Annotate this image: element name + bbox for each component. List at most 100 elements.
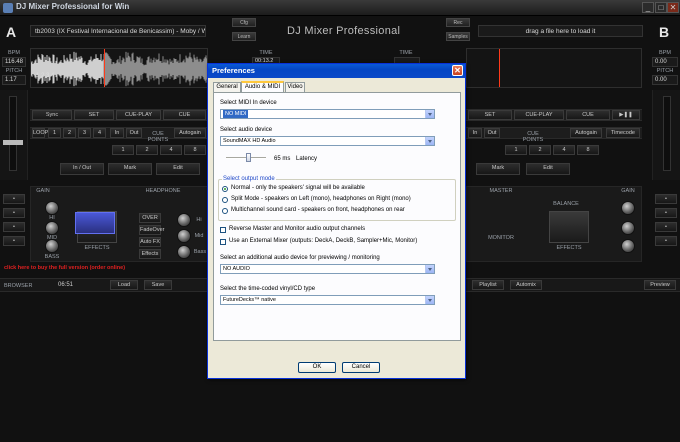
deck-a-waveform[interactable] bbox=[30, 48, 208, 88]
center-mid-knob[interactable] bbox=[177, 229, 191, 243]
deck-b-bpm-value: 0.00 bbox=[652, 57, 678, 67]
deck-a-loop-1[interactable]: 1 bbox=[112, 145, 134, 155]
deck-b-rec-button[interactable]: Rec bbox=[446, 18, 470, 27]
timecode-type-select[interactable]: FutureDecks™ native bbox=[220, 295, 435, 305]
deck-a-sync-button[interactable]: Sync bbox=[32, 110, 72, 120]
deck-b-edit-button[interactable]: Edit bbox=[526, 163, 570, 175]
deck-a-pitch-handle[interactable] bbox=[3, 140, 23, 145]
deck-b-side-btn-2[interactable]: • bbox=[655, 208, 677, 218]
deck-a-fx-slot[interactable] bbox=[75, 212, 115, 234]
deck-b-samples-button[interactable]: Samples bbox=[446, 32, 470, 41]
fade-over-button[interactable]: FadeOver bbox=[139, 225, 164, 235]
deck-a-autogain-button[interactable]: Autogain bbox=[174, 128, 206, 138]
deck-a-learn-button[interactable]: Learn bbox=[232, 32, 256, 41]
deck-a-loop-8[interactable]: 8 bbox=[184, 145, 206, 155]
deck-b-in-button[interactable]: In bbox=[468, 128, 482, 138]
deck-b-side-btn-3[interactable]: • bbox=[655, 222, 677, 232]
center-hi-knob[interactable] bbox=[177, 213, 191, 227]
close-button[interactable]: ✕ bbox=[667, 2, 679, 13]
latency-slider-thumb[interactable] bbox=[246, 153, 251, 162]
deck-a-side-btn-3[interactable]: • bbox=[3, 222, 25, 232]
deck-b-balance-label: BALANCE bbox=[553, 201, 579, 207]
deck-b-hi-knob[interactable] bbox=[621, 201, 635, 215]
deck-a-cue-3[interactable]: 3 bbox=[78, 128, 91, 138]
effects-button[interactable]: Effects bbox=[139, 249, 161, 259]
deck-b-timecode-button[interactable]: Timecode bbox=[606, 128, 640, 138]
deck-a-bass-knob[interactable] bbox=[45, 239, 59, 253]
deck-a-mid-knob[interactable] bbox=[45, 221, 59, 235]
load-button[interactable]: Load bbox=[110, 280, 138, 290]
deck-a-cue-4[interactable]: 4 bbox=[93, 128, 106, 138]
deck-a-bass-label: BASS bbox=[44, 254, 60, 260]
tab-general[interactable]: General bbox=[213, 82, 241, 92]
deck-a-loop-2[interactable]: 2 bbox=[136, 145, 158, 155]
deck-b-mid-knob[interactable] bbox=[621, 221, 635, 235]
deck-b-effects-pad[interactable] bbox=[549, 211, 589, 243]
ok-button[interactable]: OK bbox=[298, 362, 336, 373]
tab-video[interactable]: Video bbox=[285, 82, 305, 92]
deck-b-play-pause-button[interactable]: ▶❚❚ bbox=[612, 110, 640, 120]
deck-a-mark-button[interactable]: Mark bbox=[108, 163, 152, 175]
deck-b-cue-play-button[interactable]: CUE-PLAY bbox=[514, 110, 564, 120]
deck-a-side-btn-4[interactable]: • bbox=[3, 236, 25, 246]
deck-a-set-button[interactable]: SET bbox=[74, 110, 114, 120]
deck-b-set-button[interactable]: SET bbox=[468, 110, 512, 120]
midi-device-select[interactable]: NO MIDI bbox=[220, 109, 435, 119]
deck-a-cue-1[interactable]: 1 bbox=[48, 128, 61, 138]
deck-b-edit-row: Mark Edit bbox=[466, 163, 642, 177]
center-bass-knob[interactable] bbox=[177, 245, 191, 259]
deck-a-in-out-button[interactable]: In / Out bbox=[60, 163, 104, 175]
dialog-close-button[interactable]: ✕ bbox=[452, 65, 463, 76]
deck-b-waveform[interactable] bbox=[466, 48, 642, 88]
deck-b-side-btn-4[interactable]: • bbox=[655, 236, 677, 246]
minimize-button[interactable]: _ bbox=[642, 2, 654, 13]
over-button[interactable]: OVER bbox=[139, 213, 161, 223]
deck-b-side-btn-1[interactable]: • bbox=[655, 194, 677, 204]
deck-a-edit-button[interactable]: Edit bbox=[156, 163, 200, 175]
deck-a-loop-button[interactable]: LOOP bbox=[32, 128, 48, 138]
cancel-button[interactable]: Cancel bbox=[342, 362, 380, 373]
auto-fx-button[interactable]: Auto FX bbox=[139, 237, 161, 247]
deck-a-cue-2[interactable]: 2 bbox=[63, 128, 76, 138]
deck-a-waveform-graphic bbox=[31, 51, 207, 87]
deck-b-bass-knob[interactable] bbox=[621, 239, 635, 253]
deck-a-cfg-button[interactable]: Cfg bbox=[232, 18, 256, 27]
deck-a-side-btn-1[interactable]: • bbox=[3, 194, 25, 204]
deck-b-mark-button[interactable]: Mark bbox=[476, 163, 520, 175]
deck-a-edit-row: In / Out Mark Edit bbox=[30, 163, 208, 177]
deck-b-pitch-slider[interactable] bbox=[663, 96, 671, 171]
external-mixer-checkbox[interactable] bbox=[220, 239, 226, 245]
deck-b-loop-2[interactable]: 2 bbox=[529, 145, 551, 155]
automix-button[interactable]: Automix bbox=[510, 280, 542, 290]
deck-a-hi-knob[interactable] bbox=[45, 201, 59, 215]
deck-b-loop-4[interactable]: 4 bbox=[553, 145, 575, 155]
deck-b-out-button[interactable]: Out bbox=[484, 128, 500, 138]
preview-device-select[interactable]: NO AUDIO bbox=[220, 264, 435, 274]
output-mode-normal-radio[interactable] bbox=[222, 186, 228, 192]
deck-a-gain-label: GAIN bbox=[36, 188, 50, 194]
save-button[interactable]: Save bbox=[144, 280, 172, 290]
buy-full-version-link[interactable]: click here to buy the full version (orde… bbox=[4, 265, 125, 271]
maximize-button[interactable]: □ bbox=[655, 2, 667, 13]
deck-b-master-label: MASTER bbox=[489, 188, 513, 194]
playlist-button[interactable]: Playlist bbox=[472, 280, 504, 290]
deck-a-pitch-slider[interactable] bbox=[9, 96, 17, 171]
deck-b-cue-button[interactable]: CUE bbox=[566, 110, 610, 120]
deck-a-loop-4[interactable]: 4 bbox=[160, 145, 182, 155]
reverse-channels-label: Reverse Master and Monitor audio output … bbox=[229, 226, 366, 232]
app-icon bbox=[3, 3, 13, 13]
deck-b-loop-1[interactable]: 1 bbox=[505, 145, 527, 155]
deck-b-autogain-button[interactable]: Autogain bbox=[570, 128, 602, 138]
output-mode-split-radio[interactable] bbox=[222, 197, 228, 203]
deck-a-in-button[interactable]: In bbox=[110, 128, 124, 138]
audio-device-select[interactable]: SoundMAX HD Audio bbox=[220, 136, 435, 146]
deck-a-cue-button[interactable]: CUE bbox=[163, 110, 206, 120]
deck-a-cue-play-button[interactable]: CUE-PLAY bbox=[116, 110, 161, 120]
output-mode-multichannel-radio[interactable] bbox=[222, 208, 228, 214]
deck-a-out-button[interactable]: Out bbox=[126, 128, 142, 138]
deck-a-side-btn-2[interactable]: • bbox=[3, 208, 25, 218]
reverse-channels-checkbox[interactable] bbox=[220, 227, 226, 233]
preview-button[interactable]: Preview bbox=[644, 280, 676, 290]
preview-device-label: Select an additional audio device for pr… bbox=[220, 255, 380, 261]
deck-b-loop-8[interactable]: 8 bbox=[577, 145, 599, 155]
